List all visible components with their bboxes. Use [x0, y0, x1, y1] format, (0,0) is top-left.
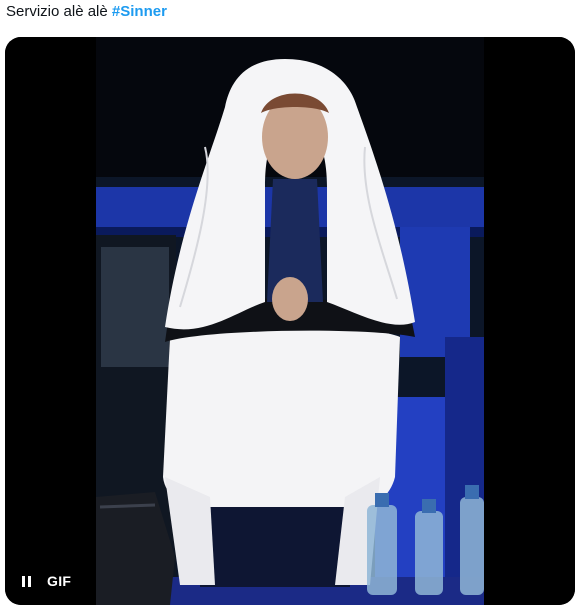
gif-frame-image [5, 37, 575, 605]
gif-media[interactable]: GIF [5, 37, 575, 605]
gif-controls: GIF [19, 573, 71, 589]
hashtag-link[interactable]: #Sinner [112, 3, 167, 20]
gif-badge: GIF [47, 573, 72, 589]
tweet-body-text: Servizio alè alè [6, 3, 112, 20]
tweet-text: Servizio alè alè #Sinner [6, 2, 167, 22]
pause-icon[interactable] [19, 574, 33, 588]
tweet: Servizio alè alè #Sinner GIF [0, 0, 582, 610]
